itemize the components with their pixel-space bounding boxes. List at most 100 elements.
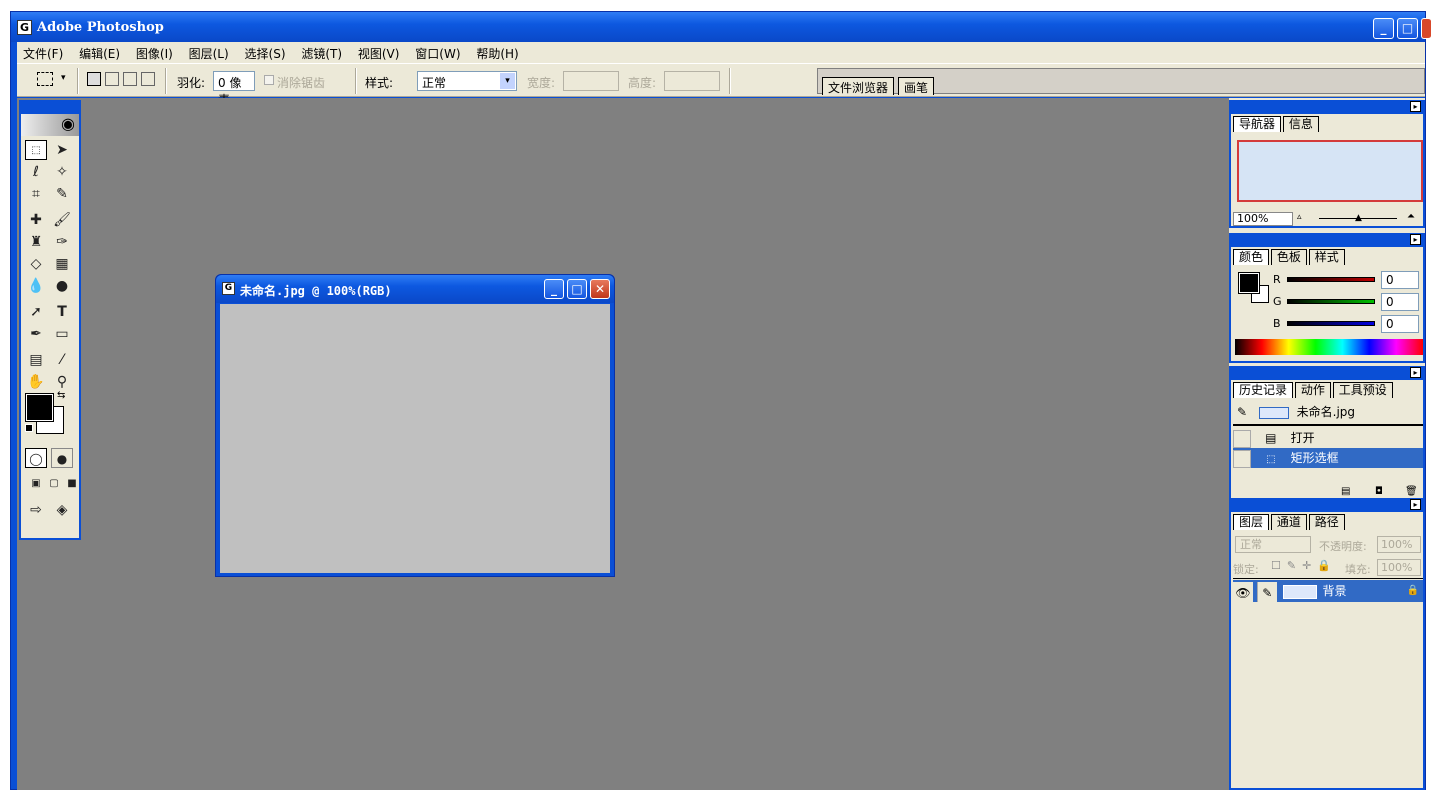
healing-brush-tool-icon[interactable]: ✚ — [25, 210, 47, 230]
minimize-button[interactable]: _ — [1373, 18, 1394, 39]
blend-mode-select[interactable]: 正常 — [1235, 536, 1311, 553]
trash-icon[interactable]: 🗑 — [1405, 486, 1418, 497]
channel-r-input[interactable]: 0 — [1381, 271, 1419, 289]
pen-tool-icon[interactable]: ✒ — [25, 324, 47, 344]
history-brush-source-icon[interactable]: ✎ — [1233, 402, 1251, 422]
type-tool-icon[interactable]: T — [51, 302, 73, 322]
close-button[interactable] — [1421, 18, 1431, 39]
tab-brushes[interactable]: 画笔 — [898, 77, 935, 95]
menu-view[interactable]: 视图(V) — [352, 42, 406, 65]
zoom-in-icon[interactable]: ⏶ — [1407, 211, 1415, 222]
menu-window[interactable]: 窗口(W) — [409, 42, 466, 65]
menu-help[interactable]: 帮助(H) — [470, 42, 524, 65]
menu-edit[interactable]: 编辑(E) — [73, 42, 126, 65]
title-bar[interactable]: G Adobe Photoshop _ □ — [11, 12, 1431, 42]
panel-menu-icon[interactable]: ▸ — [1410, 367, 1421, 378]
marquee-tool-icon[interactable]: ⬚ — [25, 140, 47, 160]
document-maximize-button[interactable]: □ — [567, 279, 587, 299]
image-canvas[interactable] — [220, 304, 610, 573]
eye-icon[interactable]: 👁 — [1233, 581, 1253, 602]
history-step-selected[interactable]: ⬚ 矩形选框 — [1233, 448, 1423, 468]
style-select[interactable]: 正常 ▾ — [417, 71, 517, 91]
history-step[interactable]: ▤ 打开 — [1233, 428, 1423, 448]
tab-navigator[interactable]: 导航器 — [1233, 116, 1282, 132]
full-screen-mode-icon[interactable]: ■ — [61, 474, 83, 494]
history-source-box[interactable] — [1233, 449, 1251, 468]
clone-stamp-tool-icon[interactable]: ♜ — [25, 232, 47, 252]
tab-info[interactable]: 信息 — [1282, 116, 1319, 132]
menu-layer[interactable]: 图层(L) — [183, 42, 235, 65]
add-selection-icon[interactable] — [105, 72, 119, 86]
zoom-tool-icon[interactable]: ⚲ — [51, 372, 73, 392]
subtract-selection-icon[interactable] — [123, 72, 137, 86]
hand-tool-icon[interactable]: ✋ — [25, 372, 47, 392]
fill-input[interactable]: 100% — [1377, 559, 1421, 576]
tab-actions[interactable]: 动作 — [1294, 382, 1331, 398]
slice-tool-icon[interactable]: ✎ — [51, 184, 73, 204]
tab-channels[interactable]: 通道 — [1270, 514, 1307, 530]
height-input[interactable] — [664, 71, 720, 91]
anti-alias-checkbox[interactable] — [264, 75, 274, 85]
crop-tool-icon[interactable]: ⌗ — [25, 184, 47, 204]
move-tool-icon[interactable]: ➤ — [51, 140, 73, 160]
new-snapshot-icon[interactable]: ◘ — [1375, 486, 1383, 497]
new-selection-icon[interactable] — [87, 72, 101, 86]
foreground-color-swatch[interactable] — [25, 393, 54, 422]
panel-menu-icon[interactable]: ▸ — [1410, 101, 1421, 112]
document-close-button[interactable]: ✕ — [590, 279, 610, 299]
zoom-out-icon[interactable]: ▵ — [1297, 212, 1302, 222]
panel-menu-icon[interactable]: ▸ — [1410, 234, 1421, 245]
imageready-icon[interactable]: ◈ — [51, 500, 73, 520]
maximize-button[interactable]: □ — [1397, 18, 1418, 39]
eyedropper-tool-icon[interactable]: ⁄ — [51, 350, 73, 370]
standard-mode-icon[interactable]: ◯ — [25, 448, 47, 468]
new-document-from-state-icon[interactable]: ▤ — [1341, 486, 1350, 497]
history-source-box[interactable] — [1233, 429, 1251, 448]
gradient-tool-icon[interactable]: ▦ — [51, 254, 73, 274]
blur-tool-icon[interactable]: 💧 — [25, 276, 47, 296]
dodge-tool-icon[interactable]: ● — [51, 276, 73, 296]
color-ramp[interactable] — [1235, 339, 1423, 355]
brush-tool-icon[interactable]: 🖌 — [51, 210, 73, 230]
eraser-tool-icon[interactable]: ◇ — [25, 254, 47, 274]
zoom-slider-thumb[interactable]: ▲ — [1355, 213, 1362, 223]
channel-b-slider[interactable] — [1287, 321, 1375, 326]
lasso-tool-icon[interactable]: ℓ — [25, 162, 47, 182]
opacity-input[interactable]: 100% — [1377, 536, 1421, 553]
channel-g-input[interactable]: 0 — [1381, 293, 1419, 311]
preset-dropdown-icon[interactable]: ▾ — [61, 73, 66, 83]
notes-tool-icon[interactable]: ▤ — [25, 350, 47, 370]
feather-input[interactable]: 0 像素 — [213, 71, 255, 107]
path-selection-tool-icon[interactable]: ➚ — [25, 302, 47, 322]
lock-icons[interactable]: ☐✎✛🔒 — [1271, 559, 1337, 572]
zoom-field[interactable]: 100% — [1233, 212, 1293, 226]
menu-image[interactable]: 图像(I) — [130, 42, 179, 65]
channel-b-input[interactable]: 0 — [1381, 315, 1419, 333]
document-title-bar[interactable]: G 未命名.jpg @ 100%(RGB) _ □ ✕ — [216, 275, 614, 303]
menu-file[interactable]: 文件(F) — [17, 42, 69, 65]
default-colors-icon[interactable] — [25, 424, 33, 432]
jump-to-imageready-icon[interactable]: ⇨ — [25, 500, 47, 520]
tab-color[interactable]: 颜色 — [1233, 249, 1270, 265]
shape-tool-icon[interactable]: ▭ — [51, 324, 73, 344]
history-brush-tool-icon[interactable]: ✑ — [51, 232, 73, 252]
layer-row-background[interactable]: 👁 ✎ 背景 🔒 — [1233, 580, 1423, 602]
history-snapshot-row[interactable]: ✎ 未命名.jpg — [1233, 402, 1423, 422]
width-input[interactable] — [563, 71, 619, 91]
channel-g-slider[interactable] — [1287, 299, 1375, 304]
tab-paths[interactable]: 路径 — [1308, 514, 1345, 530]
adobe-online-icon[interactable]: ◉ — [21, 114, 79, 136]
menu-filter[interactable]: 滤镜(T) — [295, 42, 348, 65]
color-foreground-swatch[interactable] — [1238, 272, 1260, 294]
document-minimize-button[interactable]: _ — [544, 279, 564, 299]
swap-colors-icon[interactable]: ⇆ — [57, 390, 65, 401]
menu-select[interactable]: 选择(S) — [239, 42, 292, 65]
tab-swatches[interactable]: 色板 — [1270, 249, 1307, 265]
brush-link-icon[interactable]: ✎ — [1256, 581, 1277, 602]
tab-history[interactable]: 历史记录 — [1233, 382, 1294, 398]
panel-menu-icon[interactable]: ▸ — [1410, 499, 1421, 510]
tab-file-browser[interactable]: 文件浏览器 — [822, 77, 895, 95]
marquee-preset-icon[interactable] — [37, 72, 53, 86]
tab-tool-presets[interactable]: 工具预设 — [1332, 382, 1393, 398]
tab-layers[interactable]: 图层 — [1233, 514, 1270, 530]
